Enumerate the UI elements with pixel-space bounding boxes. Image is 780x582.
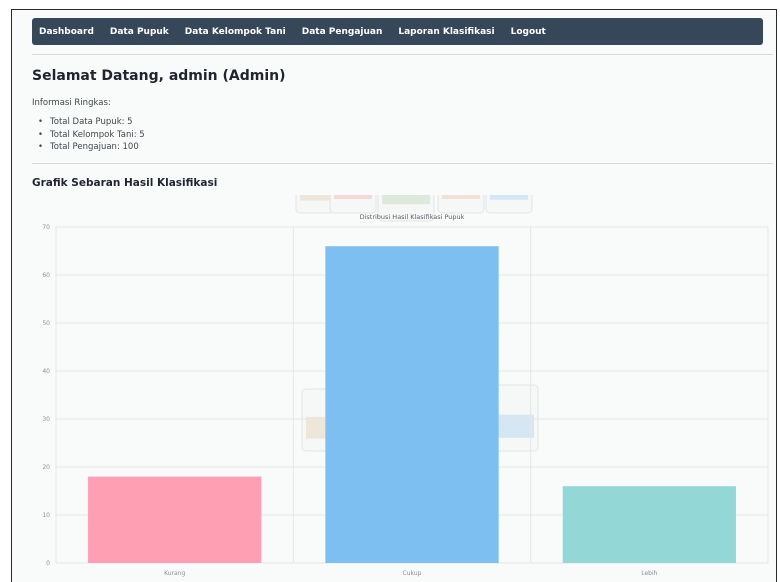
y-tick-label: 10 <box>42 512 50 519</box>
y-tick-label: 50 <box>42 320 50 327</box>
nav-data-pupuk[interactable]: Data Pupuk <box>110 27 169 37</box>
summary-list: Total Data Pupuk: 5 Total Kelompok Tani:… <box>38 116 145 154</box>
chart-heading: Grafik Sebaran Hasil Klasifikasi <box>32 177 218 189</box>
chart-container: UREAMitraPHONSKA PLUSPHONSKAUREAMitra010… <box>26 195 774 582</box>
nav-data-kelompok-tani[interactable]: Data Kelompok Tani <box>185 27 286 37</box>
bag-band-icon <box>334 195 372 199</box>
bag-band-icon <box>300 195 330 201</box>
bag-band-icon <box>490 195 528 200</box>
top-navbar: Dashboard Data Pupuk Data Kelompok Tani … <box>32 18 763 45</box>
y-tick-label: 70 <box>42 224 50 231</box>
bar-cukup <box>325 246 499 563</box>
chart-title: Distribusi Hasil Klasifikasi Pupuk <box>360 213 465 221</box>
nav-logout[interactable]: Logout <box>511 27 546 37</box>
bag-band-icon <box>496 414 534 438</box>
bag-band-icon <box>442 195 480 199</box>
nav-data-pengajuan[interactable]: Data Pengajuan <box>302 27 383 37</box>
y-tick-label: 60 <box>42 272 50 279</box>
y-tick-label: 40 <box>42 368 50 375</box>
summary-item-pupuk: Total Data Pupuk: 5 <box>38 116 145 129</box>
header-divider <box>32 54 773 55</box>
x-tick-label: Lebih <box>641 570 657 577</box>
page-frame: Dashboard Data Pupuk Data Kelompok Tani … <box>11 9 777 582</box>
x-tick-label: Cukup <box>403 570 422 577</box>
summary-label: Informasi Ringkas: <box>32 98 111 108</box>
bar-lebih <box>562 486 736 563</box>
summary-item-kelompok-tani: Total Kelompok Tani: 5 <box>38 129 145 142</box>
welcome-title: Selamat Datang, admin (Admin) <box>32 68 286 84</box>
nav-dashboard[interactable]: Dashboard <box>39 27 94 37</box>
bag-band-icon <box>382 195 430 205</box>
y-tick-label: 0 <box>46 560 50 567</box>
bar-kurang <box>88 476 262 563</box>
summary-item-pengajuan: Total Pengajuan: 100 <box>38 141 145 154</box>
y-tick-label: 30 <box>42 416 50 423</box>
section-divider <box>32 163 773 164</box>
y-tick-label: 20 <box>42 464 50 471</box>
bar-chart: UREAMitraPHONSKA PLUSPHONSKAUREAMitra010… <box>42 195 769 577</box>
x-tick-label: Kurang <box>164 570 185 577</box>
nav-laporan-klasifikasi[interactable]: Laporan Klasifikasi <box>398 27 494 37</box>
